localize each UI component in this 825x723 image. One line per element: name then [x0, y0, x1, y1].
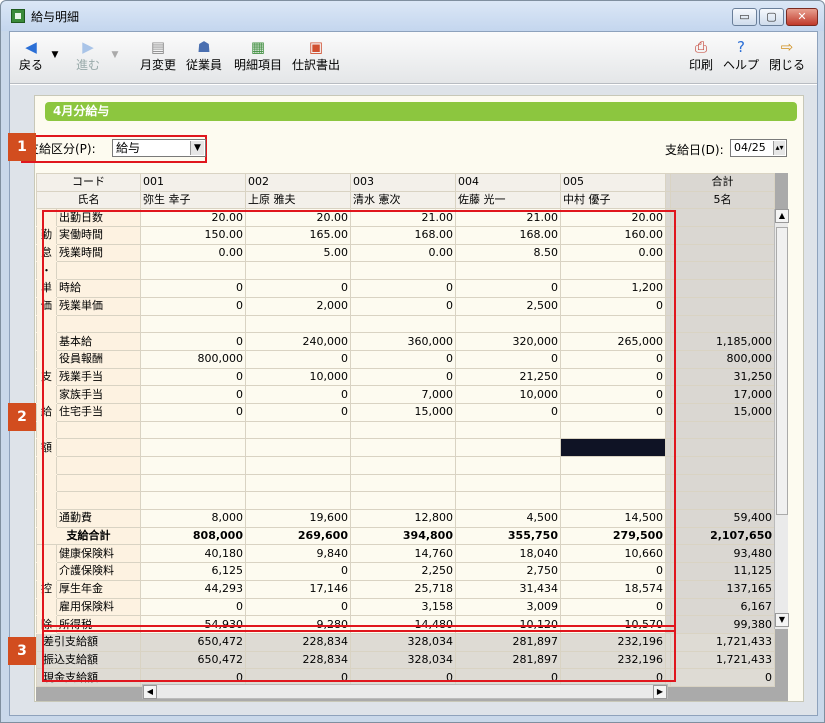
total-cell[interactable]: 1,185,000: [670, 332, 775, 351]
pay-date-label: 支給日(D):: [665, 143, 724, 157]
scroll-down-icon[interactable]: ▼: [775, 613, 789, 627]
total-cell[interactable]: 17,000: [670, 385, 775, 404]
scroll-thumb[interactable]: [776, 227, 788, 515]
highlight-box-2: [42, 210, 676, 632]
export-icon: ▣: [308, 38, 324, 56]
total-cell[interactable]: [670, 226, 775, 245]
help-button[interactable]: ? ヘルプ: [720, 36, 762, 80]
total-cell[interactable]: 59,400: [670, 509, 775, 528]
title-bar[interactable]: 給与明細 ▭ ▢ ✕: [1, 1, 824, 31]
forward-button[interactable]: ▶ 進む: [66, 36, 110, 80]
payment-type-label: 支給区分(P):: [27, 142, 96, 156]
app-window: 給与明細 ▭ ▢ ✕ ◀ 戻る ▼ ▶ 進む ▼ ▤ 月変更 ☗ 従業員 ▦ 明…: [0, 0, 825, 723]
callout-badge-2: 2: [8, 403, 36, 431]
employee-name[interactable]: 清水 憲次: [350, 190, 456, 210]
total-cell[interactable]: 11,125: [670, 562, 775, 581]
total-cell[interactable]: 1,721,433: [670, 632, 775, 652]
name-header[interactable]: 氏名: [36, 190, 141, 210]
highlight-box-3: [42, 625, 676, 682]
calendar-icon: ▤: [150, 38, 166, 56]
pay-date-field[interactable]: 04/25 ▴▾: [730, 139, 787, 157]
chevron-down-icon[interactable]: ▼: [190, 141, 204, 155]
minimize-button[interactable]: ▭: [732, 8, 757, 26]
code-header[interactable]: コード: [36, 173, 141, 192]
total-cell[interactable]: [670, 491, 775, 511]
person-icon: ☗: [197, 38, 211, 56]
payment-type-select[interactable]: 給与 ▼: [112, 139, 206, 157]
exit-icon: ⇨: [780, 38, 794, 56]
toolbar: ◀ 戻る ▼ ▶ 進む ▼ ▤ 月変更 ☗ 従業員 ▦ 明細項目 ▣ 仕訳書出 …: [10, 32, 817, 84]
month-change-button[interactable]: ▤ 月変更: [138, 36, 178, 80]
month-title: 4月分給与: [45, 102, 797, 121]
pay-date-value: 04/25: [734, 141, 766, 154]
total-cell[interactable]: 137,165: [670, 579, 775, 599]
employee-code[interactable]: 003: [350, 173, 456, 192]
main-frame: ◀ 戻る ▼ ▶ 進む ▼ ▤ 月変更 ☗ 従業員 ▦ 明細項目 ▣ 仕訳書出 …: [8, 31, 818, 716]
employee-code[interactable]: 005: [560, 173, 666, 192]
back-arrow-icon: ◀: [25, 38, 37, 56]
total-cell[interactable]: 99,380: [670, 615, 775, 634]
total-cell[interactable]: [670, 208, 775, 228]
header-row-code: コード 001 002 003 004 005 合計: [36, 173, 775, 192]
maximize-button[interactable]: ▢: [759, 8, 784, 26]
total-header[interactable]: 合計: [670, 173, 775, 192]
scroll-right-icon[interactable]: ▶: [653, 685, 667, 699]
total-count[interactable]: 5名: [670, 190, 775, 210]
employee-name[interactable]: 弥生 幸子: [140, 190, 246, 210]
total-cell[interactable]: 93,480: [670, 544, 775, 564]
employee-name[interactable]: 中村 優子: [560, 190, 666, 210]
close-button[interactable]: ⇨ 閉じる: [766, 36, 808, 80]
forward-dropdown[interactable]: ▼: [110, 36, 120, 80]
vertical-scrollbar[interactable]: ▲ ▼: [774, 209, 789, 629]
employee-code[interactable]: 001: [140, 173, 246, 192]
chevron-down-icon: ▼: [51, 50, 59, 60]
callout-badge-3: 3: [8, 637, 36, 665]
printer-icon: ⎙: [694, 38, 707, 56]
detail-items-button[interactable]: ▦ 明細項目: [232, 36, 284, 80]
employee-code[interactable]: 004: [455, 173, 561, 192]
total-cell[interactable]: [670, 314, 775, 334]
spin-icon[interactable]: ▴▾: [773, 141, 785, 155]
total-cell[interactable]: [670, 438, 775, 457]
total-cell[interactable]: [670, 243, 775, 263]
print-button[interactable]: ⎙ 印刷: [686, 36, 716, 80]
total-cell[interactable]: [670, 473, 775, 493]
window-title: 給与明細: [31, 10, 80, 24]
header-row-name: 氏名 弥生 幸子 上原 雅夫 清水 憲次 佐藤 光一 中村 優子 5名: [36, 190, 775, 210]
employee-name[interactable]: 上原 雅夫: [245, 190, 351, 210]
scroll-left-icon[interactable]: ◀: [143, 685, 157, 699]
scroll-up-icon[interactable]: ▲: [775, 209, 789, 223]
total-cell[interactable]: 2,107,650: [670, 526, 775, 546]
total-cell[interactable]: 800,000: [670, 349, 775, 369]
total-cell[interactable]: [670, 261, 775, 281]
payment-type-value: 給与: [116, 141, 141, 155]
total-cell[interactable]: 31,250: [670, 367, 775, 387]
back-button[interactable]: ◀ 戻る: [14, 36, 48, 80]
horizontal-scrollbar[interactable]: ◀ ▶: [142, 684, 668, 699]
content-area: 4月分給与 支給区分(P): 給与 ▼ 支給日(D): 04/25 ▴▾ コード…: [8, 85, 817, 715]
help-icon: ?: [737, 38, 745, 56]
total-cell[interactable]: 6,167: [670, 597, 775, 617]
chevron-down-icon: ▼: [111, 50, 119, 60]
total-cell[interactable]: [670, 456, 775, 475]
employee-button[interactable]: ☗ 従業員: [184, 36, 224, 80]
total-cell[interactable]: 0: [670, 668, 775, 687]
list-icon: ▦: [250, 38, 266, 56]
total-cell[interactable]: [670, 420, 775, 440]
employee-name[interactable]: 佐藤 光一: [455, 190, 561, 210]
employee-code[interactable]: 002: [245, 173, 351, 192]
close-window-button[interactable]: ✕: [786, 8, 818, 26]
total-cell[interactable]: 1,721,433: [670, 650, 775, 670]
app-icon: [11, 9, 25, 23]
forward-arrow-icon: ▶: [82, 38, 94, 56]
journal-export-button[interactable]: ▣ 仕訳書出: [290, 36, 342, 80]
callout-badge-1: 1: [8, 133, 36, 161]
total-cell[interactable]: [670, 296, 775, 316]
total-cell[interactable]: [670, 279, 775, 298]
total-cell[interactable]: 15,000: [670, 402, 775, 422]
back-dropdown[interactable]: ▼: [48, 36, 62, 80]
